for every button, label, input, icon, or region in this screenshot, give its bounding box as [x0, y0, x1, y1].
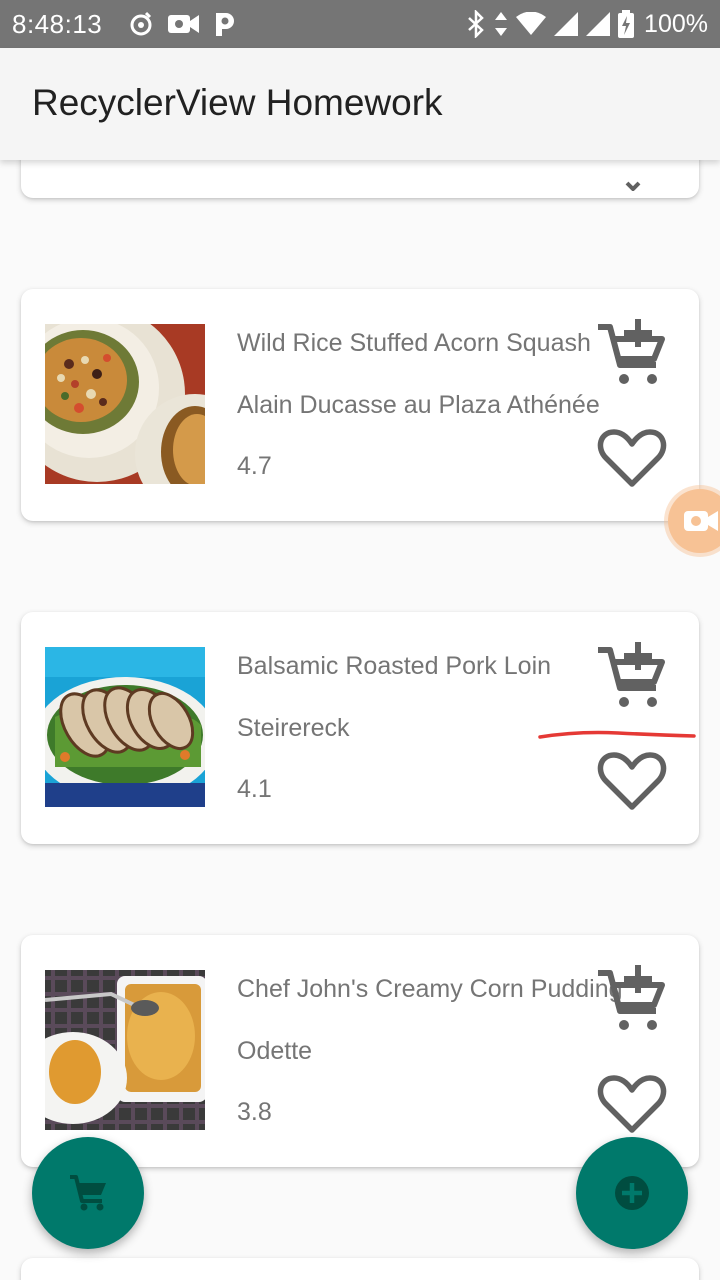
item-image	[45, 647, 205, 807]
add-to-cart-button[interactable]	[596, 317, 668, 389]
wifi-icon	[516, 12, 547, 36]
add-shopping-cart-icon	[598, 965, 665, 1030]
status-bar: 8:48:13 100%	[0, 0, 720, 48]
list-item-partial[interactable]	[21, 1258, 699, 1280]
shopping-cart-icon	[70, 1175, 106, 1211]
favorite-button[interactable]	[596, 422, 668, 494]
favorite-button[interactable]	[596, 745, 668, 817]
video-camera-icon	[684, 511, 718, 531]
data-arrows-icon	[494, 11, 508, 37]
item-restaurant: Alain Ducasse au Plaza Athénée	[237, 391, 600, 419]
app-title: RecyclerView Homework	[32, 82, 443, 123]
cell-signal-icon	[554, 12, 579, 36]
status-left-icons	[128, 8, 236, 40]
item-rating: 3.8	[237, 1098, 272, 1126]
add-shopping-cart-icon	[598, 319, 665, 384]
add-to-cart-button[interactable]	[596, 640, 668, 712]
item-name: Balsamic Roasted Pork Loin	[237, 652, 552, 680]
heart-outline-icon	[597, 1075, 667, 1133]
list-item[interactable]: Chef John's Creamy Corn Pudding Odette 3…	[21, 935, 699, 1167]
battery-percentage: 100%	[644, 9, 708, 38]
battery-charging-icon	[618, 10, 635, 38]
cell-signal-icon	[586, 12, 611, 36]
status-right-icons: 100%	[466, 8, 708, 40]
music-note-icon	[128, 11, 154, 37]
bluetooth-icon	[466, 10, 486, 38]
add-to-cart-button[interactable]	[596, 963, 668, 1035]
cart-fab[interactable]	[32, 1137, 144, 1249]
status-time: 8:48:13	[12, 9, 103, 39]
item-restaurant: Odette	[237, 1037, 313, 1065]
item-rating: 4.1	[237, 775, 272, 803]
video-camera-icon	[168, 13, 200, 35]
item-rating: 4.7	[237, 452, 272, 480]
add-fab[interactable]	[576, 1137, 688, 1249]
favorite-button[interactable]	[596, 1068, 668, 1140]
red-annotation-line	[538, 726, 698, 751]
item-name: Chef John's Creamy Corn Pudding	[237, 975, 623, 1003]
item-name: Wild Rice Stuffed Acorn Squash	[237, 329, 591, 357]
item-image	[45, 324, 205, 484]
app-bar: RecyclerView Homework	[0, 48, 720, 160]
p-app-icon	[214, 11, 236, 37]
add-shopping-cart-icon	[598, 642, 665, 707]
heart-outline-icon	[597, 752, 667, 810]
list-item[interactable]: Wild Rice Stuffed Acorn Squash Alain Duc…	[21, 289, 699, 521]
heart-outline-icon	[597, 429, 667, 487]
heart-outline-icon[interactable]	[625, 178, 641, 196]
item-image	[45, 970, 205, 1130]
recycler-list[interactable]: Wild Rice Stuffed Acorn Squash Alain Duc…	[0, 160, 720, 1280]
list-item-partial[interactable]	[21, 160, 699, 198]
item-restaurant: Steirereck	[237, 714, 350, 742]
add-circle-icon	[615, 1176, 649, 1210]
